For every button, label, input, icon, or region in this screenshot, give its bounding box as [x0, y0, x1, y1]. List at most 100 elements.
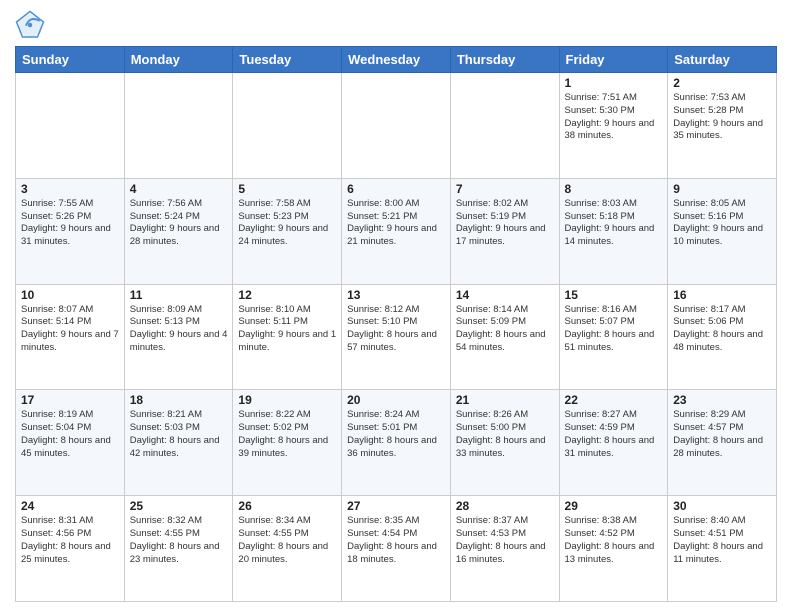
calendar-week-row: 3 Sunrise: 7:55 AMSunset: 5:26 PMDaylight…: [16, 178, 777, 284]
day-number: 13: [347, 288, 445, 302]
weekday-header: Wednesday: [342, 47, 451, 73]
calendar-day-cell: 1 Sunrise: 7:51 AMSunset: 5:30 PMDaylight…: [559, 73, 668, 179]
day-number: 15: [565, 288, 663, 302]
day-number: 29: [565, 499, 663, 513]
calendar-day-cell: 5Sunrise: 7:58 AMSunset: 5:23 PMDaylight…: [233, 178, 342, 284]
day-number: 19: [238, 393, 336, 407]
day-number: 11: [130, 288, 228, 302]
day-number: 27: [347, 499, 445, 513]
calendar-day-cell: 20 Sunrise: 8:24 AMSunset: 5:01 PMDayligh…: [342, 390, 451, 496]
day-info: Sunrise: 8:26 AMSunset: 5:00 PMDaylight:…: [456, 409, 554, 460]
day-number: 7: [456, 182, 554, 196]
day-info: Sunrise: 8:07 AMSunset: 5:14 PMDaylight:…: [21, 304, 119, 355]
calendar-day-cell: 28Sunrise: 8:37 AMSunset: 4:53 PMDayligh…: [450, 496, 559, 602]
day-number: 9: [673, 182, 771, 196]
header: [15, 10, 777, 40]
day-number: 17: [21, 393, 119, 407]
day-number: 20: [347, 393, 445, 407]
calendar-day-cell: [450, 73, 559, 179]
day-info: Sunrise: 8:31 AMSunset: 4:56 PMDaylight:…: [21, 515, 119, 566]
calendar-day-cell: 27 Sunrise: 8:35 AMSunset: 4:54 PMDayligh…: [342, 496, 451, 602]
day-number: 6: [347, 182, 445, 196]
calendar-day-cell: [233, 73, 342, 179]
day-number: 2: [673, 76, 771, 90]
day-number: 21: [456, 393, 554, 407]
calendar-day-cell: 15 Sunrise: 8:16 AMSunset: 5:07 PMDayligh…: [559, 284, 668, 390]
calendar-day-cell: 24 Sunrise: 8:31 AMSunset: 4:56 PMDayligh…: [16, 496, 125, 602]
weekday-header: Sunday: [16, 47, 125, 73]
calendar-day-cell: 6 Sunrise: 8:00 AMSunset: 5:21 PMDaylight…: [342, 178, 451, 284]
calendar-day-cell: 22 Sunrise: 8:27 AMSunset: 4:59 PMDayligh…: [559, 390, 668, 496]
weekday-header: Thursday: [450, 47, 559, 73]
day-info: Sunrise: 8:05 AMSunset: 5:16 PMDaylight:…: [673, 198, 771, 249]
day-number: 26: [238, 499, 336, 513]
calendar-day-cell: 16 Sunrise: 8:17 AMSunset: 5:06 PMDayligh…: [668, 284, 777, 390]
calendar-table: SundayMondayTuesdayWednesdayThursdayFrid…: [15, 46, 777, 602]
calendar-day-cell: 25 Sunrise: 8:32 AMSunset: 4:55 PMDayligh…: [124, 496, 233, 602]
day-info: Sunrise: 8:35 AMSunset: 4:54 PMDaylight:…: [347, 515, 445, 566]
calendar-day-cell: 10 Sunrise: 8:07 AMSunset: 5:14 PMDayligh…: [16, 284, 125, 390]
weekday-header: Tuesday: [233, 47, 342, 73]
calendar-header-row: SundayMondayTuesdayWednesdayThursdayFrid…: [16, 47, 777, 73]
day-number: 30: [673, 499, 771, 513]
day-info: Sunrise: 8:27 AMSunset: 4:59 PMDaylight:…: [565, 409, 663, 460]
day-info: Sunrise: 8:21 AMSunset: 5:03 PMDaylight:…: [130, 409, 228, 460]
calendar-week-row: 24 Sunrise: 8:31 AMSunset: 4:56 PMDayligh…: [16, 496, 777, 602]
calendar-day-cell: [16, 73, 125, 179]
day-info: Sunrise: 8:40 AMSunset: 4:51 PMDaylight:…: [673, 515, 771, 566]
calendar-day-cell: 9 Sunrise: 8:05 AMSunset: 5:16 PMDaylight…: [668, 178, 777, 284]
day-number: 4: [130, 182, 228, 196]
day-info: Sunrise: 8:19 AMSunset: 5:04 PMDaylight:…: [21, 409, 119, 460]
day-info: Sunrise: 8:03 AMSunset: 5:18 PMDaylight:…: [565, 198, 663, 249]
calendar-day-cell: 12 Sunrise: 8:10 AMSunset: 5:11 PMDayligh…: [233, 284, 342, 390]
day-info: Sunrise: 8:02 AMSunset: 5:19 PMDaylight:…: [456, 198, 554, 249]
day-info: Sunrise: 8:29 AMSunset: 4:57 PMDaylight:…: [673, 409, 771, 460]
day-number: 12: [238, 288, 336, 302]
day-number: 1: [565, 76, 663, 90]
calendar-day-cell: 14Sunrise: 8:14 AMSunset: 5:09 PMDayligh…: [450, 284, 559, 390]
day-number: 18: [130, 393, 228, 407]
day-number: 28: [456, 499, 554, 513]
calendar-day-cell: 23Sunrise: 8:29 AMSunset: 4:57 PMDayligh…: [668, 390, 777, 496]
calendar-day-cell: 7 Sunrise: 8:02 AMSunset: 5:19 PMDaylight…: [450, 178, 559, 284]
weekday-header: Saturday: [668, 47, 777, 73]
day-number: 22: [565, 393, 663, 407]
day-info: Sunrise: 7:51 AMSunset: 5:30 PMDaylight:…: [565, 92, 663, 143]
day-info: Sunrise: 8:32 AMSunset: 4:55 PMDaylight:…: [130, 515, 228, 566]
day-info: Sunrise: 8:12 AMSunset: 5:10 PMDaylight:…: [347, 304, 445, 355]
logo: [15, 10, 49, 40]
day-number: 10: [21, 288, 119, 302]
day-number: 16: [673, 288, 771, 302]
calendar-day-cell: 21 Sunrise: 8:26 AMSunset: 5:00 PMDayligh…: [450, 390, 559, 496]
day-info: Sunrise: 7:55 AMSunset: 5:26 PMDaylight:…: [21, 198, 119, 249]
day-info: Sunrise: 8:22 AMSunset: 5:02 PMDaylight:…: [238, 409, 336, 460]
day-info: Sunrise: 8:24 AMSunset: 5:01 PMDaylight:…: [347, 409, 445, 460]
calendar-day-cell: 17 Sunrise: 8:19 AMSunset: 5:04 PMDayligh…: [16, 390, 125, 496]
day-number: 25: [130, 499, 228, 513]
calendar-day-cell: 30 Sunrise: 8:40 AMSunset: 4:51 PMDayligh…: [668, 496, 777, 602]
calendar-day-cell: 18 Sunrise: 8:21 AMSunset: 5:03 PMDayligh…: [124, 390, 233, 496]
day-info: Sunrise: 8:00 AMSunset: 5:21 PMDaylight:…: [347, 198, 445, 249]
calendar-day-cell: 19 Sunrise: 8:22 AMSunset: 5:02 PMDayligh…: [233, 390, 342, 496]
calendar-week-row: 17 Sunrise: 8:19 AMSunset: 5:04 PMDayligh…: [16, 390, 777, 496]
calendar-day-cell: 29 Sunrise: 8:38 AMSunset: 4:52 PMDayligh…: [559, 496, 668, 602]
day-number: 5: [238, 182, 336, 196]
calendar-day-cell: [124, 73, 233, 179]
calendar-day-cell: 26 Sunrise: 8:34 AMSunset: 4:55 PMDayligh…: [233, 496, 342, 602]
day-number: 3: [21, 182, 119, 196]
calendar-day-cell: 3 Sunrise: 7:55 AMSunset: 5:26 PMDaylight…: [16, 178, 125, 284]
day-info: Sunrise: 8:10 AMSunset: 5:11 PMDaylight:…: [238, 304, 336, 355]
day-number: 14: [456, 288, 554, 302]
day-info: Sunrise: 7:56 AMSunset: 5:24 PMDaylight:…: [130, 198, 228, 249]
day-number: 24: [21, 499, 119, 513]
calendar-day-cell: 8 Sunrise: 8:03 AMSunset: 5:18 PMDaylight…: [559, 178, 668, 284]
calendar-day-cell: 13 Sunrise: 8:12 AMSunset: 5:10 PMDayligh…: [342, 284, 451, 390]
day-info: Sunrise: 8:17 AMSunset: 5:06 PMDaylight:…: [673, 304, 771, 355]
calendar-day-cell: 11Sunrise: 8:09 AMSunset: 5:13 PMDayligh…: [124, 284, 233, 390]
calendar-week-row: 10 Sunrise: 8:07 AMSunset: 5:14 PMDayligh…: [16, 284, 777, 390]
day-number: 8: [565, 182, 663, 196]
logo-icon: [15, 10, 45, 40]
day-info: Sunrise: 8:34 AMSunset: 4:55 PMDaylight:…: [238, 515, 336, 566]
day-info: Sunrise: 8:38 AMSunset: 4:52 PMDaylight:…: [565, 515, 663, 566]
day-info: Sunrise: 8:16 AMSunset: 5:07 PMDaylight:…: [565, 304, 663, 355]
